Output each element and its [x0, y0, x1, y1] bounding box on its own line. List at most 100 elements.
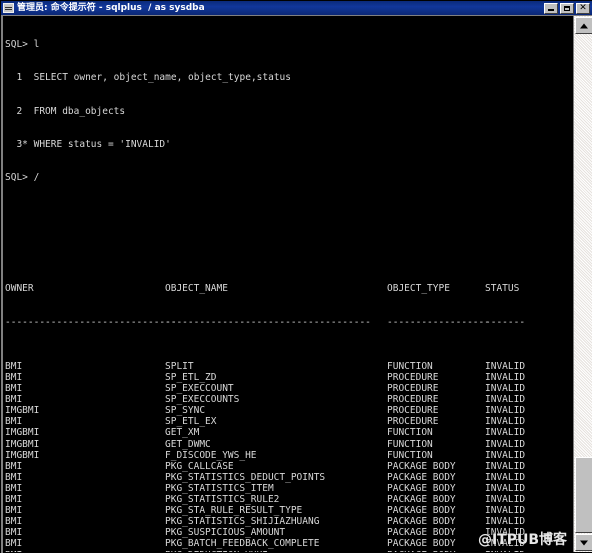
- close-icon: ✕: [579, 2, 587, 13]
- table-row: BMI PKG_STA_RULE_RESULT_TYPE PACKAGE BODY I…: [5, 505, 573, 516]
- cell-object-name: PKG_CALLCASE: [165, 460, 234, 472]
- cell-object-name: PKG_STATISTICS_DEDUCT_POINTS: [165, 471, 326, 483]
- cell-object-type: FUNCTION: [387, 438, 433, 450]
- separator-owner: ------------------------------: [5, 316, 177, 328]
- cell-status: INVALID: [485, 538, 526, 550]
- console-body[interactable]: SQL> l 1 SELECT owner, object_name, obje…: [1, 15, 592, 553]
- run-line: SQL> /: [5, 172, 40, 184]
- table-row: BMI SP_EXECCOUNT PROCEDURE INVALID: [5, 383, 573, 394]
- table-row: IMGBMI GET_DWMC FUNCTION INVALID: [5, 439, 573, 450]
- table-row: BMI PKG_STATISTICS_SHIJIAZHUANG PACKAGE BO…: [5, 516, 573, 527]
- cell-owner: BMI: [5, 516, 23, 528]
- cell-object-type: PACKAGE BODY: [387, 482, 456, 494]
- vertical-scrollbar[interactable]: [573, 16, 592, 552]
- buffer-line-1: 1 SELECT owner, object_name, object_type…: [5, 72, 291, 84]
- cell-owner: BMI: [5, 494, 23, 506]
- cell-object-type: PACKAGE BODY: [387, 516, 456, 528]
- scroll-up-arrow-icon: [580, 23, 588, 28]
- cell-object-type: FUNCTION: [387, 449, 433, 461]
- cell-object-type: PACKAGE BODY: [387, 494, 456, 506]
- cell-status: INVALID: [485, 460, 526, 472]
- table-row: IMGBMI GET_XM FUNCTION INVALID: [5, 427, 573, 438]
- console-window: 管理员: 命令提示符 - sqlplus / as sysdba ✕ SQL> …: [0, 0, 592, 553]
- cell-status: INVALID: [485, 449, 526, 461]
- cell-status: INVALID: [485, 372, 526, 383]
- cell-status: INVALID: [485, 471, 526, 483]
- header-object-type: OBJECT_TYPE: [387, 283, 450, 295]
- table-row: BMI PKG_STATISTICS_ITEM PACKAGE BODY INVALI…: [5, 483, 573, 494]
- header-owner: OWNER: [5, 283, 34, 295]
- cell-status: INVALID: [485, 416, 526, 428]
- scroll-down-arrow-icon: [580, 540, 588, 545]
- cell-object-name: SP_ETL_ZD: [165, 372, 217, 383]
- separator-status: -------: [485, 316, 526, 328]
- cell-status: INVALID: [485, 516, 526, 528]
- cell-object-type: FUNCTION: [387, 427, 433, 439]
- table-row: BMI PKG_STATISTICS_DEDUCT_POINTS PACKAGE B…: [5, 472, 573, 483]
- cell-object-type: PROCEDURE: [387, 372, 439, 383]
- table-row: BMI SPLIT FUNCTION INVALID: [5, 361, 573, 372]
- cell-object-name: PKG_STA_RULE_RESULT_TYPE: [165, 505, 303, 517]
- cell-object-name: F_DISCODE_YWS_HE: [165, 449, 257, 461]
- cell-object-type: PACKAGE BODY: [387, 505, 456, 517]
- table-row: BMI PKG_STATISTICS_RULE2 PACKAGE BODY INVAL…: [5, 494, 573, 505]
- cell-object-name: SP_SYNC: [165, 405, 206, 417]
- separator-object-type: ------------------: [387, 316, 490, 328]
- table-header-row: OWNER OBJECT_NAME OBJECT_TYPE STATUS: [5, 283, 573, 294]
- cell-status: INVALID: [485, 438, 526, 450]
- cell-status: INVALID: [485, 527, 526, 539]
- scroll-down-button[interactable]: [575, 534, 592, 551]
- table-row: BMI SP_ETL_EX PROCEDURE INVALID: [5, 416, 573, 427]
- cell-owner: BMI: [5, 482, 23, 494]
- cell-owner: BMI: [5, 538, 23, 550]
- cell-owner: BMI: [5, 471, 23, 483]
- cell-object-name: GET_XM: [165, 427, 200, 439]
- cell-object-name: SP_EXECCOUNT: [165, 383, 234, 395]
- table-separator-row: ----------------------------------------…: [5, 317, 573, 328]
- cell-object-type: PROCEDURE: [387, 383, 439, 395]
- cell-owner: BMI: [5, 416, 23, 428]
- minimize-button[interactable]: [544, 2, 558, 14]
- cell-owner: BMI: [5, 527, 23, 539]
- cell-object-name: PKG_SUSPICIOUS_AMOUNT: [165, 527, 286, 539]
- cell-status: INVALID: [485, 394, 526, 406]
- maximize-button[interactable]: [560, 2, 574, 14]
- table-rows: BMI SPLIT FUNCTION INVALID BMI SP_ETL_ZD PROCE…: [5, 361, 573, 552]
- cell-object-type: PACKAGE BODY: [387, 527, 456, 539]
- table-row: IMGBMI SP_SYNC PROCEDURE INVALID: [5, 405, 573, 416]
- cell-owner: BMI: [5, 460, 23, 472]
- cell-object-type: FUNCTION: [387, 360, 433, 372]
- cell-status: INVALID: [485, 405, 526, 417]
- buffer-line-2: 2 FROM dba_objects: [5, 105, 126, 117]
- scroll-up-button[interactable]: [575, 17, 592, 34]
- cell-object-name: PKG_BATCH_FEEDBACK_COMPLETE: [165, 538, 320, 550]
- cell-owner: IMGBMI: [5, 449, 40, 461]
- scrollbar-thumb[interactable]: [575, 457, 592, 533]
- cell-object-name: PKG_STATISTICS_SHIJIAZHUANG: [165, 516, 320, 528]
- terminal-screen[interactable]: SQL> l 1 SELECT owner, object_name, obje…: [3, 16, 573, 552]
- console-icon: [3, 3, 14, 13]
- table-row: BMI SP_EXECCOUNTS PROCEDURE INVALID: [5, 394, 573, 405]
- separator-object-name: ------------------------------------: [165, 316, 371, 328]
- title-bar[interactable]: 管理员: 命令提示符 - sqlplus / as sysdba ✕: [1, 1, 592, 15]
- window-controls: ✕: [544, 2, 592, 14]
- header-status: STATUS: [485, 283, 520, 295]
- window-title: 管理员: 命令提示符 - sqlplus / as sysdba: [17, 3, 205, 13]
- spacer-line-1: [5, 206, 573, 217]
- cell-object-type: PROCEDURE: [387, 405, 439, 417]
- cell-owner: IMGBMI: [5, 438, 40, 450]
- cell-owner: IMGBMI: [5, 427, 40, 439]
- close-button[interactable]: ✕: [576, 2, 590, 14]
- cell-object-name: SPLIT: [165, 360, 194, 372]
- cell-owner: BMI: [5, 360, 23, 372]
- table-row: BMI PKG_BATCH_FEEDBACK_COMPLETE PACKAGE BO…: [5, 538, 573, 549]
- spacer-line-2: [5, 239, 573, 250]
- cell-owner: BMI: [5, 372, 23, 383]
- cell-status: INVALID: [485, 505, 526, 517]
- cell-object-type: PACKAGE BODY: [387, 460, 456, 472]
- cell-object-name: SP_ETL_EX: [165, 416, 217, 428]
- cell-object-type: PROCEDURE: [387, 416, 439, 428]
- cell-status: INVALID: [485, 360, 526, 372]
- cell-status: INVALID: [485, 427, 526, 439]
- cell-owner: BMI: [5, 383, 23, 395]
